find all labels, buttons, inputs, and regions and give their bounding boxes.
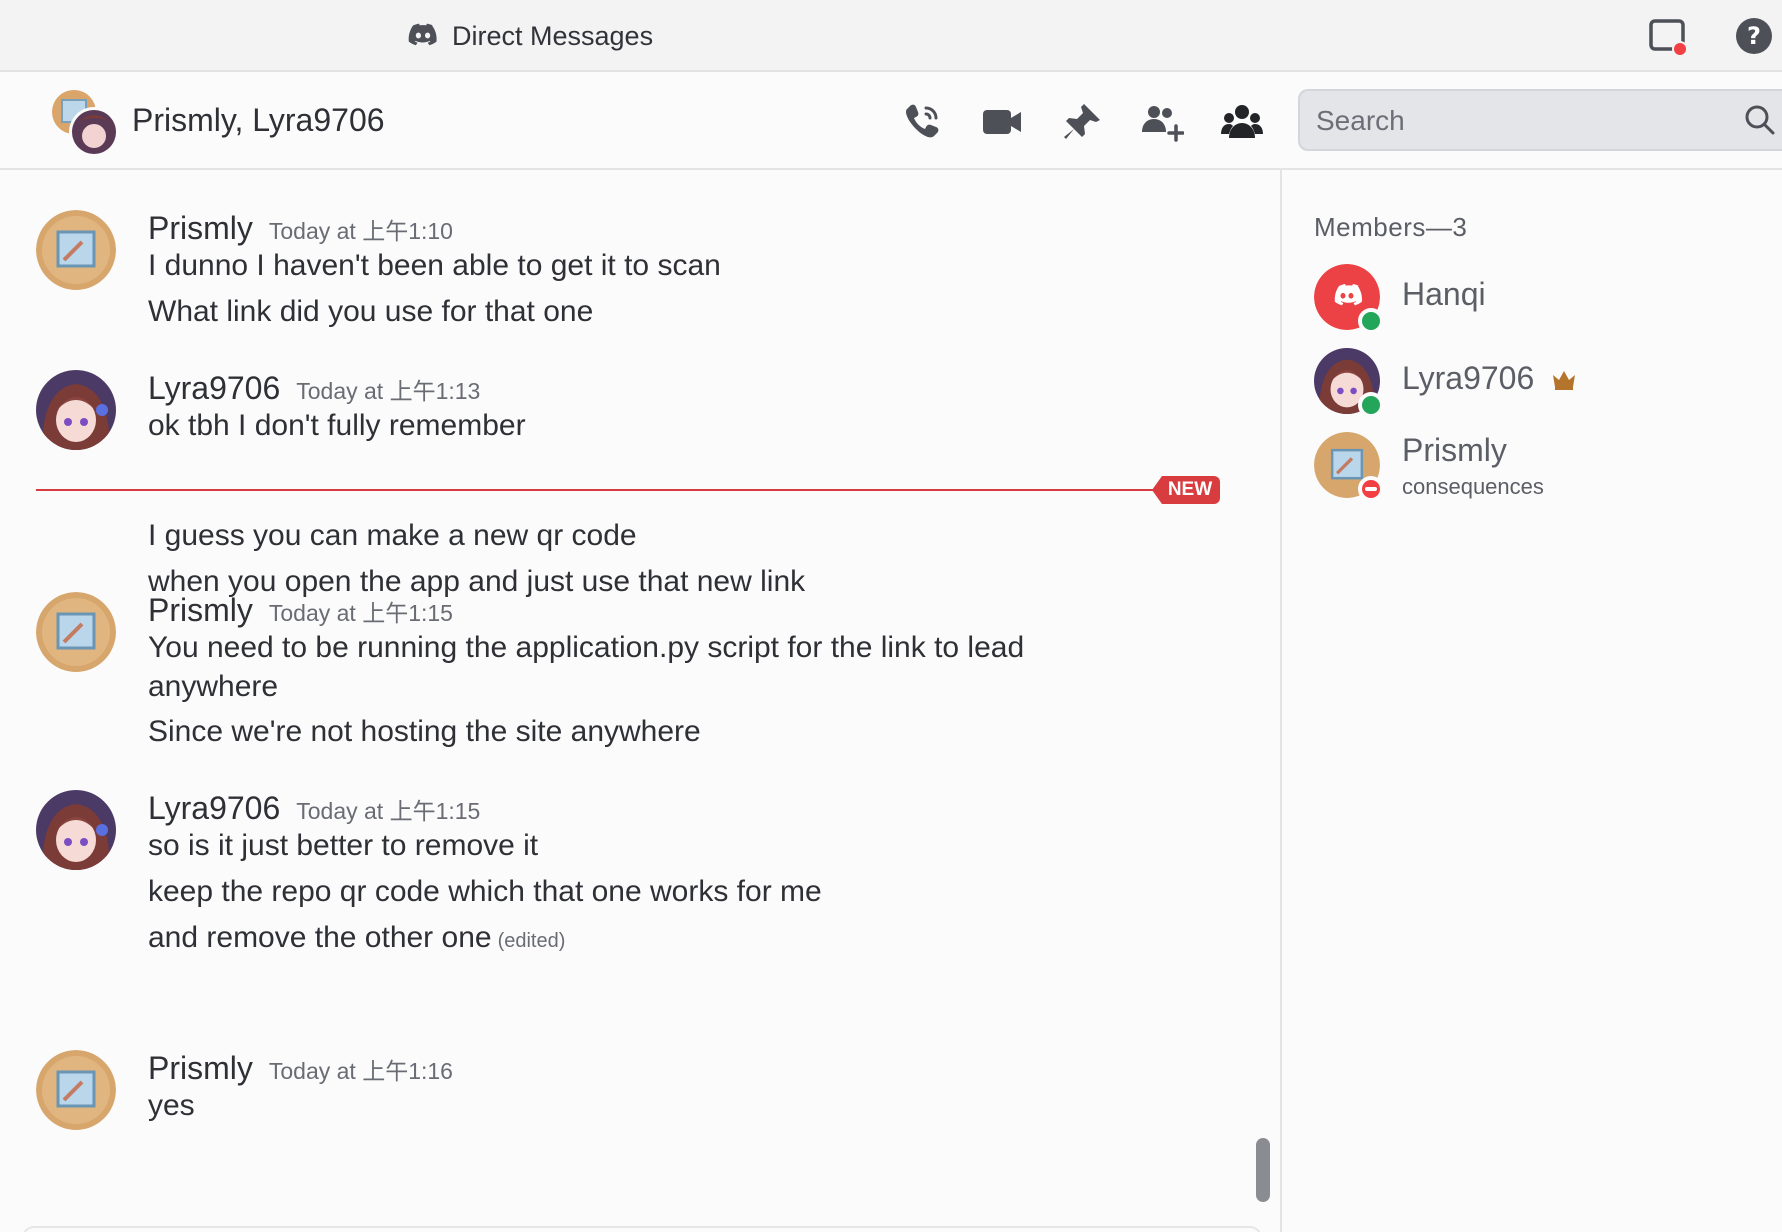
members-heading: Members—3: [1314, 212, 1468, 242]
member-name-line: Lyra9706: [1402, 360, 1577, 399]
message-author[interactable]: Prismly: [148, 1050, 253, 1087]
message-text: I guess you can make a new qr code: [148, 519, 637, 552]
add-friends-to-dm-icon[interactable]: [1140, 100, 1185, 144]
message-text-line: and remove the other one (edited): [148, 916, 565, 963]
inbox-icon[interactable]: [1648, 16, 1688, 57]
new-messages-badge: NEW: [1152, 476, 1220, 504]
message-list[interactable]: Prismly Today at 上午1:10 I dunno I haven'…: [0, 172, 1280, 1232]
lyra9706-avatar[interactable]: [36, 790, 116, 870]
member-custom-status: consequences: [1402, 474, 1544, 499]
prismly-avatar[interactable]: [36, 210, 116, 290]
prismly-avatar[interactable]: [36, 1050, 116, 1130]
member-name: Lyra9706: [1402, 360, 1535, 396]
message-text: yes: [148, 1089, 195, 1122]
message-header: Prismly Today at 上午1:15: [148, 592, 453, 629]
message-text: anywhere: [148, 670, 279, 703]
member-item-lyra9706[interactable]: Lyra9706: [1314, 348, 1754, 418]
title-bar: Direct Messages ?: [0, 0, 1782, 72]
message-text: What link did you use for that one: [148, 295, 594, 328]
message-header: Lyra9706 Today at 上午1:13: [148, 370, 480, 407]
member-list-icon[interactable]: [1220, 100, 1264, 144]
message-author[interactable]: Prismly: [148, 592, 253, 629]
member-item-hanqi[interactable]: Hanqi: [1314, 264, 1754, 334]
message-text: so is it just better to remove it: [148, 829, 539, 862]
status-online-icon: [1358, 308, 1384, 334]
search-box[interactable]: [1298, 89, 1782, 151]
group-dm-avatar: [50, 88, 120, 158]
message-header: Lyra9706 Today at 上午1:15: [148, 790, 480, 827]
message-text: ok tbh I don't fully remember: [148, 409, 526, 442]
prismly-avatar[interactable]: [36, 592, 116, 672]
pinned-messages-icon[interactable]: [1060, 100, 1104, 144]
titlebar-title: Direct Messages: [452, 20, 654, 51]
message-author[interactable]: Lyra9706: [148, 370, 280, 407]
member-item-prismly[interactable]: Prismly consequences: [1314, 432, 1754, 502]
search-icon[interactable]: [1744, 104, 1776, 141]
message-text: and remove the other one: [148, 921, 492, 954]
message-text: You need to be running the application.p…: [148, 631, 1025, 664]
voice-call-icon[interactable]: [900, 100, 944, 144]
member-list-panel: Members—3 Hanqi Lyra9706 Prismly consequ…: [1282, 172, 1782, 1232]
message-timestamp: Today at 上午1:10: [268, 218, 453, 244]
video-call-icon[interactable]: [980, 100, 1024, 144]
message-timestamp: Today at 上午1:16: [268, 1058, 453, 1084]
help-icon[interactable]: ?: [1734, 16, 1774, 56]
message-author[interactable]: Prismly: [148, 210, 253, 247]
search-input[interactable]: [1316, 103, 1716, 139]
lyra9706-avatar[interactable]: [36, 370, 116, 450]
message-timestamp: Today at 上午1:13: [296, 378, 481, 404]
svg-text:?: ?: [1747, 22, 1761, 50]
message-text: Since we're not hosting the site anywher…: [148, 715, 701, 748]
channel-header: Prismly, Lyra9706: [0, 74, 1782, 170]
edited-label: (edited): [497, 930, 566, 952]
message-composer-top[interactable]: [22, 1226, 1262, 1232]
message-author[interactable]: Lyra9706: [148, 790, 280, 827]
member-name: Prismly: [1402, 432, 1507, 468]
channel-title: Prismly, Lyra9706: [132, 102, 385, 138]
crown-icon: [1551, 362, 1577, 399]
message-text: keep the repo qr code which that one wor…: [148, 875, 822, 908]
message-timestamp: Today at 上午1:15: [296, 798, 481, 824]
chat-scrollbar-thumb[interactable]: [1256, 1138, 1270, 1202]
status-online-icon: [1358, 392, 1384, 418]
message-header: Prismly Today at 上午1:16: [148, 1050, 453, 1087]
message-text: I dunno I haven't been able to get it to…: [148, 249, 721, 282]
discord-logo-icon: [408, 22, 438, 51]
member-name: Hanqi: [1402, 276, 1486, 312]
titlebar-brand: Direct Messages: [408, 16, 653, 56]
message-timestamp: Today at 上午1:15: [268, 600, 453, 626]
status-dnd-icon: [1358, 476, 1384, 502]
new-messages-divider: [36, 489, 1220, 491]
message-header: Prismly Today at 上午1:10: [148, 210, 453, 247]
